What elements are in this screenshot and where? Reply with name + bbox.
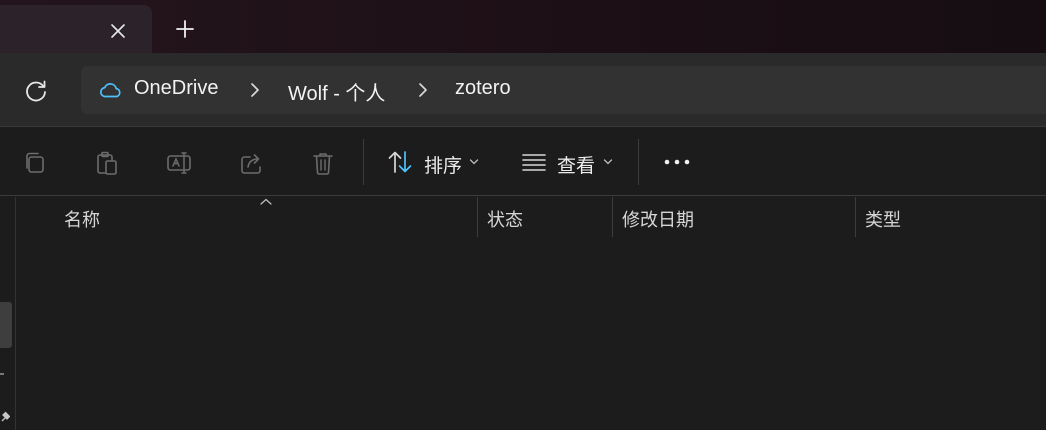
- column-type-label: 类型: [865, 210, 901, 230]
- tree-connector: [0, 373, 4, 375]
- cloud-icon: [99, 83, 121, 98]
- toolbar-divider: [363, 139, 364, 185]
- paste-icon[interactable]: [93, 149, 121, 177]
- share-icon[interactable]: [237, 149, 265, 177]
- view-label: 查看: [557, 156, 596, 177]
- column-modified[interactable]: 修改日期: [613, 197, 855, 237]
- toolbar-divider: [638, 139, 639, 185]
- column-status-label: 状态: [487, 210, 523, 230]
- file-list[interactable]: 名称 状态 修改日期 类型: [17, 197, 1046, 430]
- plus-icon[interactable]: [172, 16, 198, 42]
- breadcrumb-item-wolf[interactable]: Wolf - 个人: [288, 77, 385, 106]
- column-status[interactable]: 状态: [478, 197, 612, 237]
- navigation-pane[interactable]: [0, 197, 16, 430]
- column-modified-label: 修改日期: [622, 210, 694, 230]
- chevron-right-icon[interactable]: [247, 81, 263, 99]
- copy-icon[interactable]: [21, 149, 49, 177]
- sort-label: 排序: [424, 156, 463, 177]
- breadcrumb-item-zotero[interactable]: zotero: [455, 77, 511, 100]
- sort-button[interactable]: 排序: [386, 144, 482, 180]
- navigation-bar: OneDrive Wolf - 个人 zotero: [0, 53, 1046, 126]
- chevron-down-icon: [469, 159, 479, 165]
- view-button[interactable]: 查看: [521, 144, 616, 180]
- chevron-down-icon: [603, 159, 613, 165]
- breadcrumb[interactable]: OneDrive Wolf - 个人 zotero: [81, 66, 1046, 114]
- column-header: 名称 状态 修改日期 类型: [17, 197, 1046, 237]
- view-icon: [522, 154, 546, 171]
- chevron-right-icon[interactable]: [415, 81, 431, 99]
- scrollbar-thumb[interactable]: [0, 302, 12, 348]
- active-tab[interactable]: [0, 5, 152, 53]
- delete-icon[interactable]: [309, 149, 337, 177]
- rename-icon[interactable]: [165, 149, 193, 177]
- command-toolbar: 排序 查看: [0, 127, 1046, 196]
- column-name[interactable]: 名称: [17, 197, 477, 237]
- breadcrumb-item-onedrive[interactable]: OneDrive: [134, 77, 218, 100]
- more-icon[interactable]: [662, 152, 692, 172]
- sort-icon: [388, 151, 412, 173]
- column-name-label: 名称: [64, 210, 100, 230]
- pin-icon: [1, 411, 10, 422]
- close-icon[interactable]: [106, 19, 130, 43]
- refresh-icon[interactable]: [22, 77, 50, 105]
- tab-strip: [0, 0, 1046, 53]
- column-type[interactable]: 类型: [856, 197, 1046, 237]
